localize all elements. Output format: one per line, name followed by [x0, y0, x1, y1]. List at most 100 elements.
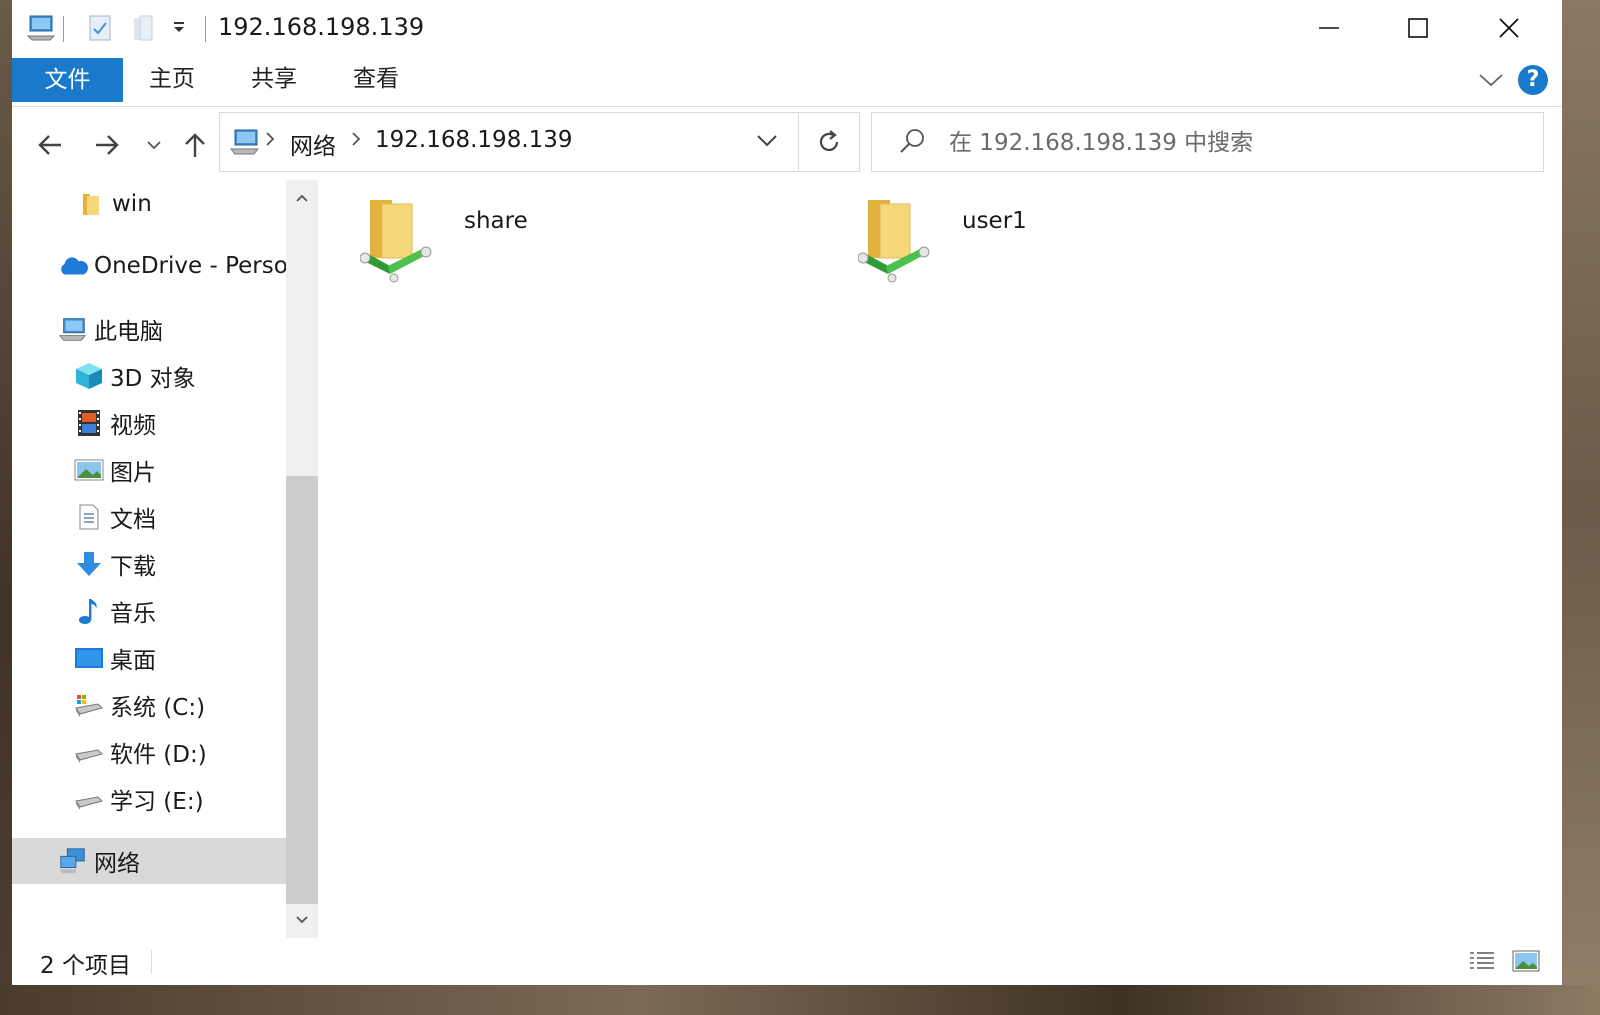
item-label: share [464, 208, 528, 234]
sidebar-item-label: OneDrive - Perso [94, 253, 286, 279]
3d-objects-icon [74, 361, 104, 391]
navigation-pane: win OneDrive - Perso 此电脑 3D 对象 视频 图片 文档 [12, 180, 286, 938]
network-location-icon [228, 127, 262, 161]
documents-icon [74, 502, 104, 532]
refresh-button[interactable] [798, 112, 860, 172]
recent-locations-button[interactable] [136, 127, 172, 163]
sidebar-item-label: 图片 [110, 460, 156, 486]
item-label: user1 [962, 208, 1027, 234]
desktop-icon [74, 643, 104, 673]
maximize-button[interactable] [1372, 0, 1464, 56]
sidebar-item-pictures[interactable]: 图片 [74, 447, 156, 493]
status-bar: 2 个项目 [12, 938, 1562, 985]
sidebar-item-label: 此电脑 [94, 319, 163, 345]
new-folder-icon[interactable] [132, 14, 154, 46]
sidebar-item-network[interactable]: 网络 [12, 838, 286, 884]
desktop-background-bottom [0, 985, 1600, 1015]
title-separator [63, 16, 64, 42]
this-pc-icon [58, 314, 88, 344]
search-box [871, 112, 1544, 172]
sidebar-item-drive-d[interactable]: 软件 (D:) [74, 729, 207, 775]
minimize-button[interactable] [1283, 0, 1375, 56]
breadcrumb-host[interactable]: 192.168.198.139 [375, 127, 573, 153]
up-button[interactable] [177, 127, 213, 163]
up-arrow-icon [185, 133, 205, 157]
scroll-thumb[interactable] [286, 476, 318, 904]
forward-arrow-icon [96, 135, 119, 155]
sidebar-item-drive-c[interactable]: 系统 (C:) [74, 682, 205, 728]
sidebar-item-label: 下载 [110, 554, 156, 580]
window-title: 192.168.198.139 [218, 13, 425, 41]
system-drive-icon [74, 690, 104, 720]
navigation-bar: 网络 192.168.198.139 [12, 107, 1562, 179]
details-view-icon [1470, 952, 1494, 969]
sidebar-item-label: 音乐 [110, 601, 156, 627]
help-button[interactable]: ? [1518, 65, 1548, 95]
tab-file[interactable]: 文件 [12, 58, 123, 102]
sidebar-item-label: 网络 [94, 851, 140, 877]
maximize-icon [1408, 18, 1428, 38]
breadcrumb-chevron-icon[interactable] [264, 131, 276, 151]
scroll-down-button[interactable] [286, 902, 318, 938]
minimize-icon [1319, 27, 1339, 29]
file-list-pane: share user1 [322, 180, 1562, 938]
close-icon [1499, 18, 1519, 38]
breadcrumb-chevron-icon[interactable] [350, 131, 362, 151]
tab-share[interactable]: 共享 [232, 56, 316, 102]
item-count: 2 个项目 [40, 953, 131, 979]
breadcrumb-network[interactable]: 网络 [290, 127, 336, 161]
sidebar-item-label: win [112, 191, 152, 217]
file-explorer-window: 192.168.198.139 文件 主页 共享 查看 ? 网络 192.168… [12, 0, 1562, 985]
chevron-up-icon [296, 194, 308, 202]
refresh-icon [819, 130, 839, 151]
chevron-down-icon [147, 141, 161, 150]
sidebar-item-drive-e[interactable]: 学习 (E:) [74, 776, 204, 822]
details-view-button[interactable] [1466, 946, 1498, 976]
expand-ribbon-chevron-icon[interactable] [1478, 70, 1504, 94]
sidebar-item-win[interactable]: win [76, 181, 152, 227]
tab-home[interactable]: 主页 [130, 56, 214, 102]
drive-icon [74, 737, 104, 767]
desktop-background-left [0, 0, 12, 1015]
navigation-pane-scrollbar[interactable] [286, 180, 318, 938]
sidebar-item-videos[interactable]: 视频 [74, 400, 156, 446]
sidebar-item-label: 系统 (C:) [110, 695, 206, 721]
address-bar[interactable]: 网络 192.168.198.139 [219, 112, 860, 172]
search-icon [898, 127, 926, 159]
list-item-share[interactable]: share [360, 194, 528, 294]
sidebar-item-onedrive[interactable]: OneDrive - Perso [58, 243, 286, 289]
search-input[interactable] [947, 125, 1511, 161]
list-item-user1[interactable]: user1 [858, 194, 1027, 294]
scroll-up-button[interactable] [286, 180, 318, 216]
properties-icon[interactable] [88, 14, 112, 46]
close-button[interactable] [1463, 0, 1555, 56]
music-icon [74, 596, 104, 626]
sidebar-item-desktop[interactable]: 桌面 [74, 635, 156, 681]
sidebar-item-documents[interactable]: 文档 [74, 494, 156, 540]
forward-button[interactable] [89, 127, 125, 163]
back-arrow-icon [38, 135, 61, 155]
sidebar-item-label: 桌面 [110, 648, 156, 674]
onedrive-cloud-icon [58, 251, 88, 281]
downloads-icon [74, 549, 104, 579]
ribbon-tab-bar: 文件 主页 共享 查看 ? [12, 56, 1562, 107]
network-icon [58, 846, 88, 876]
desktop-background-right [1562, 0, 1600, 1015]
sidebar-item-label: 文档 [110, 507, 156, 533]
address-history-chevron-down-icon[interactable] [756, 133, 778, 153]
chevron-down-icon [296, 916, 308, 924]
back-button[interactable] [32, 127, 68, 163]
customize-toolbar-dropdown-icon[interactable] [172, 20, 186, 40]
sidebar-item-label: 3D 对象 [110, 366, 196, 392]
sidebar-item-label: 学习 (E:) [110, 789, 204, 815]
sidebar-item-this-pc[interactable]: 此电脑 [58, 306, 163, 352]
sidebar-item-label: 视频 [110, 413, 156, 439]
sidebar-item-3d-objects[interactable]: 3D 对象 [74, 353, 196, 399]
title-bar: 192.168.198.139 [12, 0, 1562, 56]
sidebar-item-downloads[interactable]: 下载 [74, 541, 156, 587]
computer-icon[interactable] [26, 14, 56, 46]
large-icons-view-button[interactable] [1510, 946, 1542, 976]
sidebar-item-music[interactable]: 音乐 [74, 588, 156, 634]
tab-view[interactable]: 查看 [334, 56, 418, 102]
sidebar-item-label: 软件 (D:) [110, 742, 207, 768]
